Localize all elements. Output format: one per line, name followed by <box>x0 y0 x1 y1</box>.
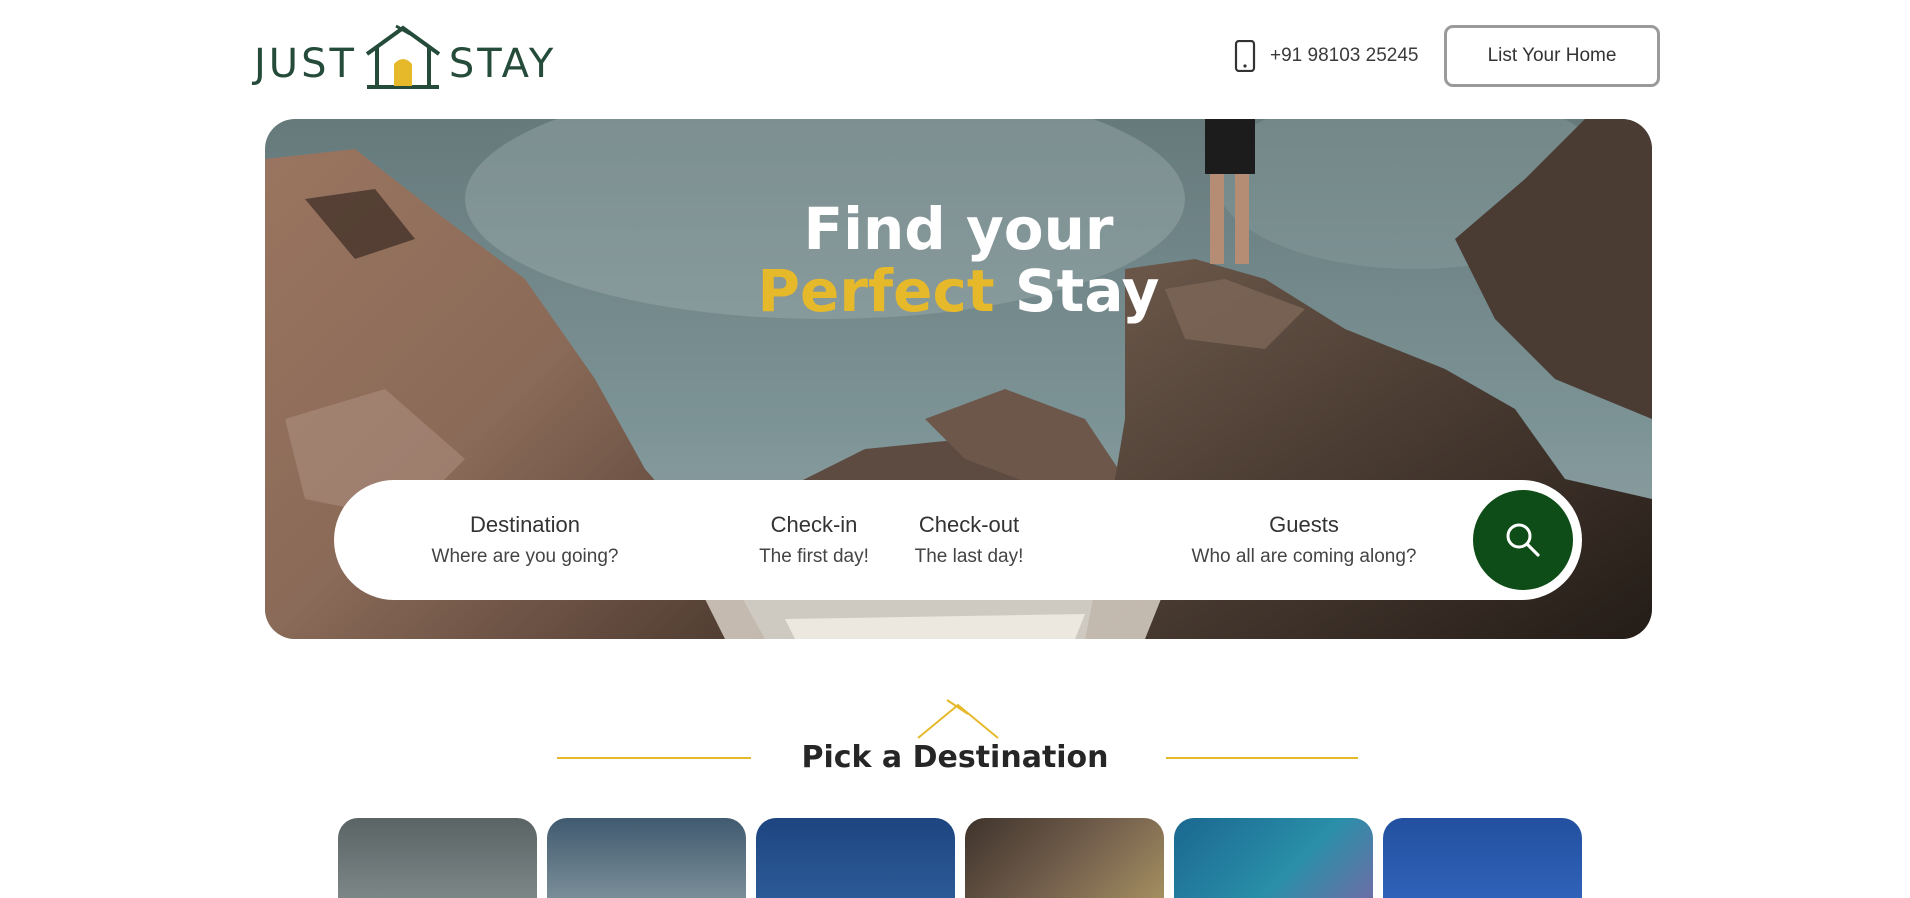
destination-card[interactable] <box>1383 818 1582 898</box>
section-decoration <box>557 699 1358 759</box>
destination-card[interactable] <box>338 818 537 898</box>
section-title: Pick a Destination <box>801 740 1109 775</box>
destination-card[interactable] <box>965 818 1164 898</box>
destination-card[interactable] <box>756 818 955 898</box>
destination-card[interactable] <box>1174 818 1373 898</box>
destination-card[interactable] <box>547 818 746 898</box>
